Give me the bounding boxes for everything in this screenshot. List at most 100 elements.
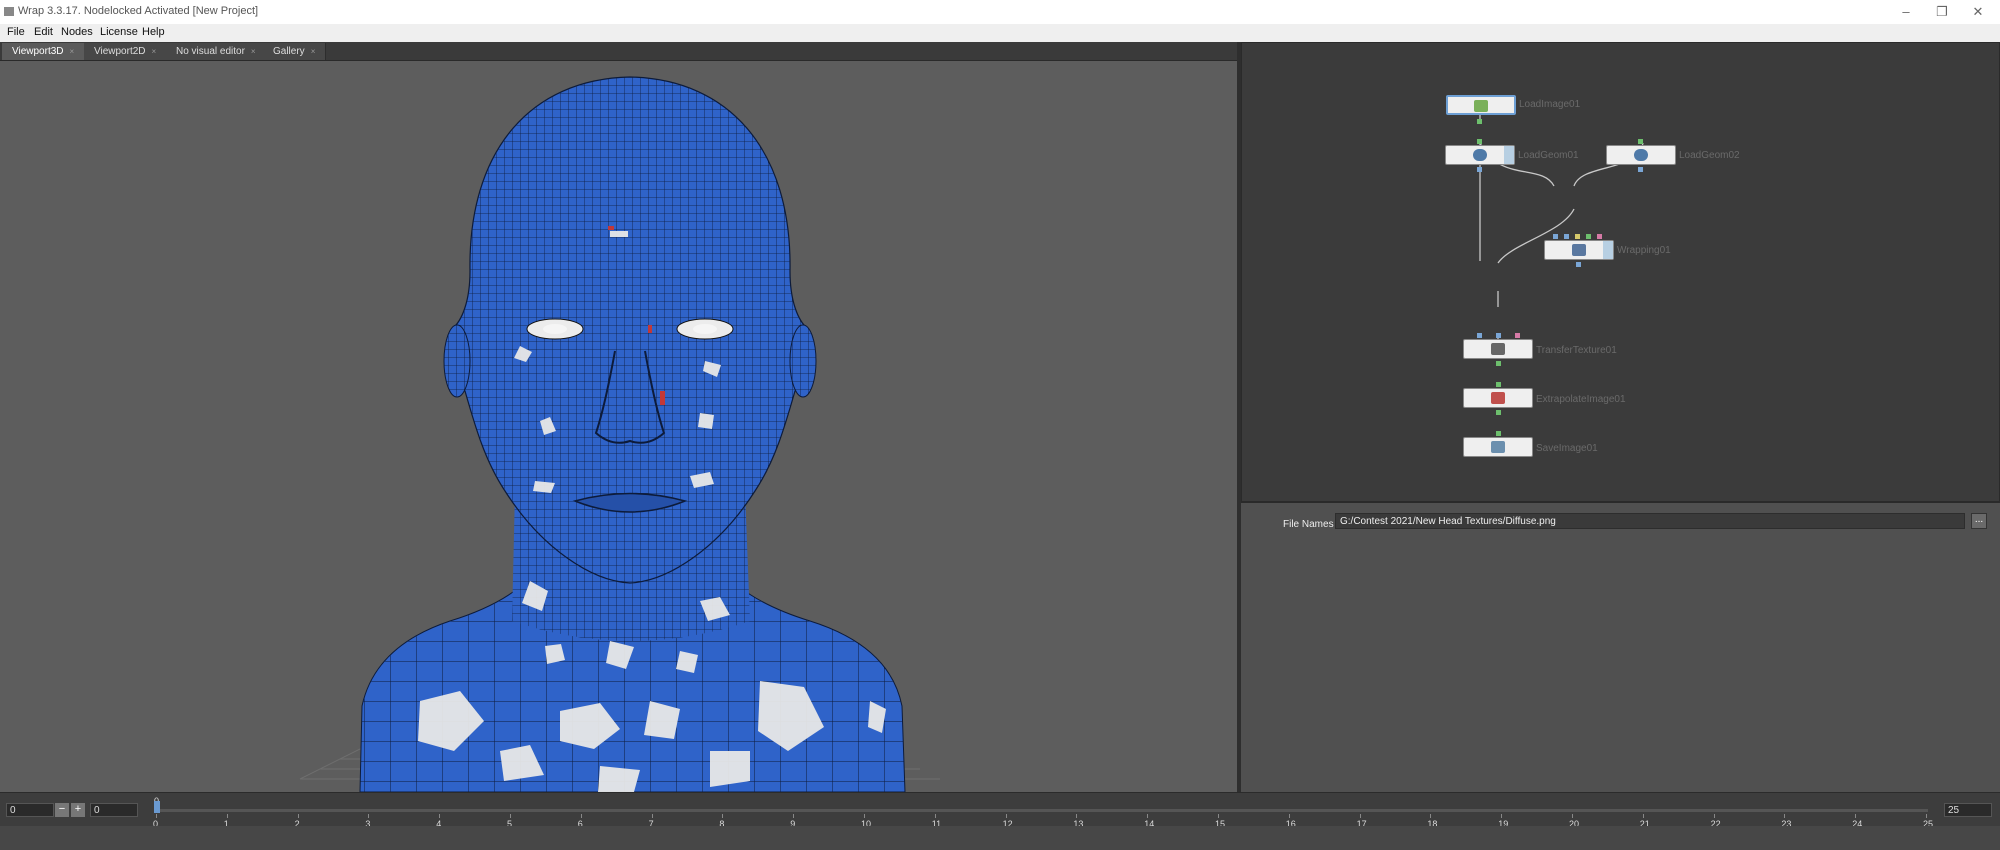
input-port[interactable] (1638, 139, 1643, 144)
input-port[interactable] (1586, 234, 1591, 239)
timeline-tick-mark (722, 814, 724, 818)
frame-decrement-button[interactable]: − (55, 803, 69, 817)
timeline-tick-mark (156, 814, 157, 818)
timeline-tick-mark (510, 814, 511, 818)
input-port[interactable] (1515, 333, 1520, 338)
timeline-tick-mark (1855, 814, 1857, 818)
browse-button[interactable]: ... (1971, 513, 1987, 529)
menu-license[interactable]: License (100, 26, 138, 38)
menu-edit[interactable]: Edit (34, 26, 53, 38)
node-label: LoadGeom01 (1518, 150, 1579, 161)
extrapolate-icon (1491, 392, 1505, 404)
output-port[interactable] (1496, 361, 1501, 366)
timeline-tick-mark (1359, 814, 1361, 818)
node-side-handle (1504, 146, 1514, 164)
node-label: SaveImage01 (1536, 443, 1598, 454)
input-port[interactable] (1496, 382, 1501, 387)
node-label: LoadImage01 (1519, 99, 1581, 110)
node-label: Wrapping01 (1617, 245, 1671, 256)
timeline-tick-mark (1501, 814, 1503, 818)
tab-label: Viewport2D (94, 46, 146, 57)
tab-close-icon[interactable]: × (311, 47, 316, 56)
timeline-tick-mark (1784, 814, 1786, 818)
viewport-3d[interactable] (0, 61, 1237, 792)
timeline-cursor[interactable] (154, 801, 160, 813)
output-port[interactable] (1496, 410, 1501, 415)
close-button[interactable]: ✕ (1958, 2, 1998, 22)
timeline-tick-mark (368, 814, 370, 818)
minimize-button[interactable]: – (1886, 2, 1926, 22)
node-loadimage01[interactable] (1446, 95, 1516, 115)
input-port[interactable] (1477, 139, 1482, 144)
menu-help[interactable]: Help (142, 26, 165, 38)
node-graph-editor[interactable]: LoadImage01 LoadGeom01 LoadGeom02 Wrappi… (1241, 42, 2000, 502)
tab-close-icon[interactable]: × (152, 47, 157, 56)
tab-viewport2d[interactable]: Viewport2D × (84, 43, 168, 60)
current-frame-field[interactable]: 0 (90, 803, 138, 817)
timeline-tick-mark (793, 814, 795, 818)
title-bar: Wrap 3.3.17. Nodelocked Activated [New P… (0, 0, 2000, 24)
tab-bar: Viewport3D × Viewport2D × No visual editor… (0, 42, 1237, 61)
geometry-icon (1634, 149, 1648, 161)
timeline-tick-mark (651, 814, 653, 818)
timeline-tick-mark (1076, 814, 1078, 818)
node-loadgeom02[interactable] (1606, 145, 1676, 165)
input-port[interactable] (1597, 234, 1602, 239)
input-port[interactable] (1496, 431, 1501, 436)
transfer-icon (1491, 343, 1505, 355)
node-extrapolateimage01[interactable] (1463, 388, 1533, 408)
timeline-tick-mark (1572, 814, 1573, 818)
node-connections (1479, 105, 1644, 355)
timeline-track[interactable] (156, 809, 1928, 812)
file-names-label: File Names (1283, 519, 1334, 530)
head-mesh-render (299, 76, 940, 792)
app-icon (4, 7, 14, 16)
menu-bar: File Edit Nodes License Help (0, 24, 2000, 42)
menu-nodes[interactable]: Nodes (61, 26, 93, 38)
wrapping-icon (1572, 244, 1586, 256)
frame-end-field[interactable]: 25 (1944, 803, 1992, 817)
input-port[interactable] (1553, 234, 1558, 239)
tab-label: No visual editor (176, 46, 245, 57)
input-port[interactable] (1575, 234, 1580, 239)
file-names-field[interactable]: G:/Contest 2021/New Head Textures/Diffus… (1335, 513, 1965, 529)
maximize-button[interactable]: ❐ (1922, 2, 1962, 22)
frame-start-field[interactable]: 0 (6, 803, 54, 817)
node-label: TransferTexture01 (1536, 345, 1617, 356)
timeline-tick-mark (1926, 814, 1927, 818)
properties-panel: File Names G:/Contest 2021/New Head Text… (1241, 502, 2000, 793)
timeline-bar: 0 − + 0 0 012345678910111213141516171819… (0, 792, 2000, 829)
tab-gallery[interactable]: Gallery × (263, 43, 327, 60)
output-port[interactable] (1477, 167, 1482, 172)
timeline-tick-mark (934, 814, 936, 818)
timeline-tick-mark (439, 814, 441, 818)
output-port[interactable] (1638, 167, 1643, 172)
node-saveimage01[interactable] (1463, 437, 1533, 457)
node-transfertexture01[interactable] (1463, 339, 1533, 359)
input-port[interactable] (1496, 333, 1501, 338)
input-port[interactable] (1564, 234, 1569, 239)
timeline-tick-mark (580, 814, 582, 818)
node-wrapping01[interactable] (1544, 240, 1614, 260)
output-port[interactable] (1576, 262, 1581, 267)
save-image-icon (1491, 441, 1505, 453)
timeline-tick-mark (1642, 814, 1644, 818)
tab-close-icon[interactable]: × (251, 47, 256, 56)
node-side-handle (1603, 241, 1613, 259)
frame-increment-button[interactable]: + (71, 803, 85, 817)
node-loadgeom01[interactable] (1445, 145, 1515, 165)
tab-viewport3d[interactable]: Viewport3D × (2, 43, 86, 60)
output-port[interactable] (1477, 119, 1482, 124)
node-label: LoadGeom02 (1679, 150, 1740, 161)
timeline-tick-mark (1288, 814, 1290, 818)
timeline-tick-mark (1218, 814, 1219, 818)
timeline-tick-mark (297, 814, 299, 818)
menu-file[interactable]: File (7, 26, 25, 38)
tab-no-visual-editor[interactable]: No visual editor × (166, 43, 267, 60)
input-port[interactable] (1477, 333, 1482, 338)
window-title: Wrap 3.3.17. Nodelocked Activated [New P… (18, 5, 259, 17)
tab-close-icon[interactable]: × (70, 47, 75, 56)
node-label: ExtrapolateImage01 (1536, 394, 1626, 405)
timeline-tick-mark (1713, 814, 1715, 818)
tab-label: Gallery (273, 46, 305, 57)
